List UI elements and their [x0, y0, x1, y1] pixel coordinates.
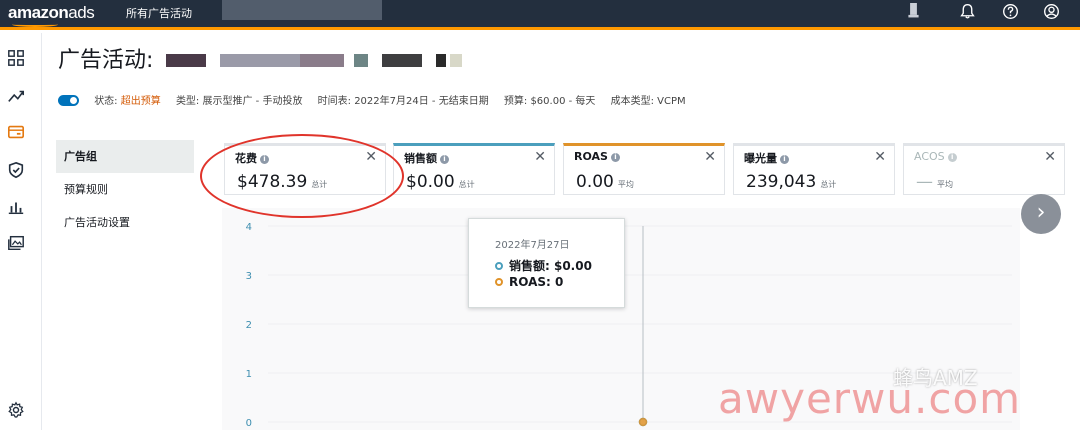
metric-value: 239,043 总计: [746, 172, 836, 192]
campaign-budget: 预算: $60.00 - 每天: [503, 96, 596, 107]
metric-sub: 平均: [937, 180, 953, 189]
info-icon[interactable]: i: [947, 153, 957, 162]
campaign-subnav: 广告组 预算规则 广告活动设置: [56, 140, 194, 239]
page-title: 广告活动:: [58, 48, 154, 73]
watermark-url: awyerwu.com: [718, 374, 1022, 423]
metric-label: ROAS i: [574, 150, 620, 163]
user-avatar-icon[interactable]: [902, 0, 924, 22]
tooltip-row-label: ROAS: 0: [509, 275, 564, 289]
top-bar: amazonads 所有广告活动: [0, 0, 1080, 30]
tooltip-row-label: 销售额: $0.00: [509, 259, 592, 273]
shield-icon[interactable]: [5, 159, 27, 181]
close-icon[interactable]: ✕: [704, 149, 716, 165]
metric-card-impressions[interactable]: 曝光量 i ✕ 239,043 总计: [733, 143, 895, 195]
help-icon[interactable]: [999, 0, 1021, 22]
metric-value: $0.00 总计: [406, 172, 475, 192]
metric-label: ACOS i: [914, 150, 957, 163]
metric-value-text: 239,043: [746, 172, 817, 192]
redacted-title-2: [220, 54, 300, 67]
subnav-ad-groups[interactable]: 广告组: [56, 140, 194, 173]
data-point-roas: [638, 417, 648, 427]
metric-sub: 总计: [458, 180, 475, 189]
tooltip-row-roas: ROAS: 0: [495, 275, 563, 289]
left-rail: [0, 33, 42, 430]
metric-label-text: 销售额: [404, 152, 437, 165]
redacted-title-4: [354, 54, 368, 67]
status-value: 超出预算: [120, 96, 161, 107]
y-left-tick-label: 4: [246, 222, 252, 233]
metric-card-acos[interactable]: ACOS i ✕ — 平均: [903, 143, 1065, 195]
metric-value: 0.00 平均: [576, 172, 634, 192]
status-field: 状态: 超出预算: [94, 96, 161, 107]
sales-series-dot: [495, 262, 503, 270]
campaign-schedule: 时间表: 2022年7月24日 - 无结束日期: [317, 96, 489, 107]
y-left-tick-label: 1: [246, 369, 252, 380]
metric-sub: 总计: [820, 180, 837, 189]
logo-main: amazon: [8, 3, 69, 22]
redacted-title-5: [382, 54, 422, 67]
close-icon[interactable]: ✕: [534, 149, 546, 165]
metric-label-text: 曝光量: [744, 152, 777, 165]
metric-label-text: ACOS: [914, 150, 945, 163]
info-icon[interactable]: i: [610, 153, 620, 162]
metric-card-sales[interactable]: 销售额 i ✕ $0.00 总计: [393, 143, 555, 195]
campaign-type: 类型: 展示型推广 - 手动投放: [175, 96, 303, 107]
metric-card-roas[interactable]: ROAS i ✕ 0.00 平均: [563, 143, 725, 195]
chart-tooltip: 2022年7月27日 销售额: $0.00 ROAS: 0: [468, 218, 625, 308]
tooltip-date: 2022年7月27日: [495, 240, 570, 251]
redacted-title-6: [436, 54, 446, 67]
bar-chart-icon[interactable]: [5, 196, 27, 218]
dashboard-icon[interactable]: [5, 47, 27, 69]
status-label: 状态:: [94, 96, 121, 107]
y-left-tick-label: 3: [246, 271, 252, 282]
roas-series-dot: [495, 278, 503, 286]
media-icon[interactable]: [5, 232, 27, 254]
campaign-cost-type: 成本类型: VCPM: [610, 96, 686, 107]
close-icon[interactable]: ✕: [874, 149, 886, 165]
metric-label: 销售额 i: [404, 150, 449, 166]
redacted-title-1: [166, 54, 206, 67]
metric-value: — 平均: [916, 172, 953, 192]
highlight-ellipse: [200, 134, 404, 218]
close-icon[interactable]: ✕: [1044, 149, 1056, 165]
subnav-budget-rules[interactable]: 预算规则: [56, 173, 194, 206]
metric-label-text: ROAS: [574, 150, 608, 163]
y-left-tick-label: 0: [246, 418, 252, 429]
campaign-icon[interactable]: [5, 121, 27, 143]
tooltip-row-sales: 销售额: $0.00: [495, 257, 592, 274]
settings-icon[interactable]: [5, 399, 27, 421]
redacted-title-7: [450, 54, 462, 67]
bell-icon[interactable]: [956, 0, 978, 22]
all-campaigns-link[interactable]: 所有广告活动: [126, 0, 192, 27]
redacted-title-3: [300, 54, 344, 67]
account-icon[interactable]: [1040, 0, 1062, 22]
amazon-ads-logo[interactable]: amazonads: [8, 3, 95, 27]
metric-sub: 平均: [617, 180, 634, 189]
info-icon[interactable]: i: [780, 155, 789, 164]
metric-label: 曝光量 i: [744, 150, 789, 166]
subnav-campaign-settings[interactable]: 广告活动设置: [56, 206, 194, 239]
metric-value-text: $0.00: [406, 172, 455, 192]
logo-ads: ads: [68, 3, 95, 22]
y-left-tick-label: 2: [246, 320, 252, 331]
info-icon[interactable]: i: [440, 155, 449, 164]
campaign-meta-row: 状态: 超出预算 类型: 展示型推广 - 手动投放 时间表: 2022年7月24…: [58, 92, 698, 107]
metric-value-text: —: [916, 172, 933, 192]
metric-value-text: 0.00: [576, 172, 614, 192]
trend-icon[interactable]: [5, 85, 27, 107]
campaign-status-toggle[interactable]: [58, 95, 79, 106]
next-metrics-button[interactable]: ›: [1021, 194, 1061, 234]
logo-smile: [12, 22, 58, 27]
redacted-account: [222, 0, 382, 20]
